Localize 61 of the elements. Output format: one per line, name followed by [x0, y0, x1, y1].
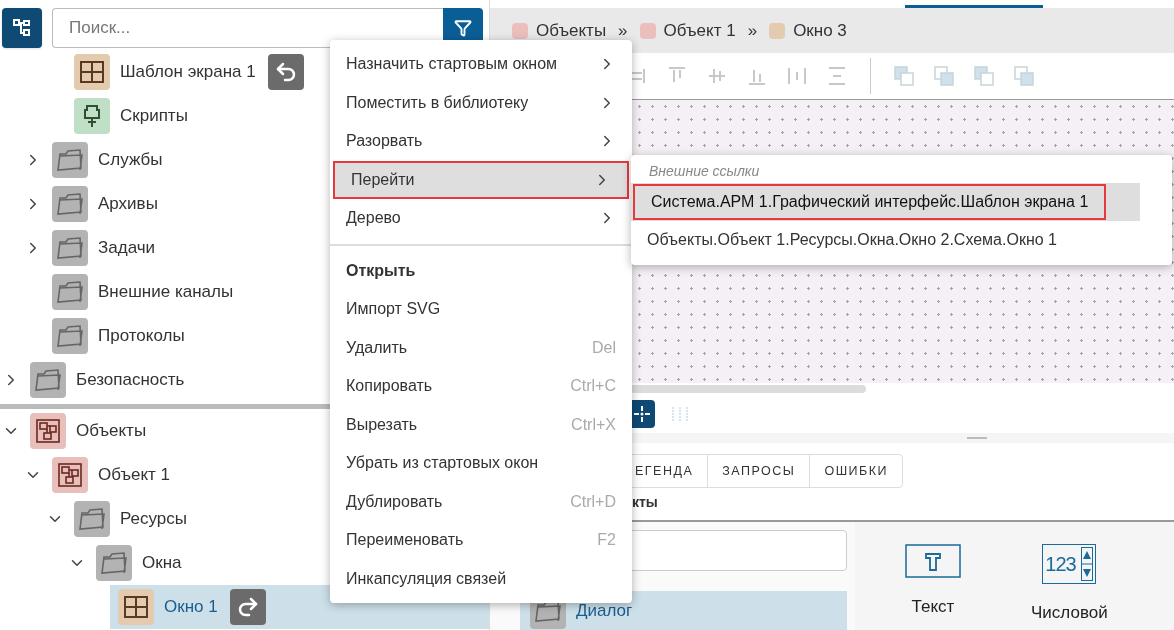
tree-view-button[interactable]	[2, 7, 42, 48]
palette-label: Числовой	[1031, 602, 1108, 624]
folder-icon	[30, 362, 66, 398]
palette-label: Текст	[911, 596, 955, 618]
tree-item-label: Скрипты	[120, 105, 188, 128]
menu-item[interactable]: Удалить Del	[330, 328, 632, 367]
numeric-tool-icon[interactable]: 123	[1042, 544, 1097, 584]
tree-item-label: Службы	[98, 149, 163, 172]
tree-item-label: Окна	[142, 552, 182, 575]
folder-icon	[52, 230, 88, 266]
folder-icon	[74, 501, 110, 537]
submenu-item[interactable]: Объекты.Объект 1.Ресурсы.Окна.Окно 2.Схема.Окно 1	[631, 222, 1073, 258]
menu-item[interactable]: Поместить в библиотеку	[330, 83, 632, 122]
submenu-header: Внешние ссылки	[648, 162, 761, 181]
folder-icon	[52, 274, 88, 310]
breadcrumb-item[interactable]: Объект 1	[663, 17, 736, 44]
tree-item-label: Объект 1	[98, 464, 171, 487]
submenu-item[interactable]: Система.АРМ 1.Графический интерфейс.Шаблон экрана 1	[633, 184, 1107, 220]
tree-item-label: Ресурсы	[120, 508, 188, 531]
menu-item[interactable]: Открыть	[330, 251, 632, 290]
grid-icon	[74, 54, 110, 90]
menu-item[interactable]: Копировать Ctrl+C	[330, 367, 632, 406]
link-badge[interactable]	[267, 54, 304, 90]
folder-icon	[52, 142, 88, 178]
menu-item[interactable]: Назначить стартовым окном	[330, 45, 632, 84]
tab[interactable]: кты	[632, 492, 658, 513]
folder-icon	[52, 186, 88, 222]
tab[interactable]: ЗАПРОСЫ	[708, 455, 811, 487]
tree-item-label: Шаблон экрана 1	[120, 61, 256, 84]
menu-item[interactable]: Вырезать Ctrl+X	[330, 405, 632, 444]
menu-item[interactable]: Разорвать	[330, 122, 632, 161]
menu-item[interactable]: Переименовать F2	[330, 521, 632, 560]
structure-icon	[52, 457, 88, 493]
breadcrumb-item[interactable]: Объекты	[536, 17, 607, 44]
breadcrumb-item[interactable]: Окно 3	[793, 17, 847, 44]
folder-icon	[96, 545, 132, 581]
text-tool-icon[interactable]	[905, 544, 961, 578]
scrollbar[interactable]	[630, 385, 866, 393]
folder-icon	[52, 318, 88, 354]
breadcrumb-separator: »	[618, 19, 628, 42]
grid-icon	[118, 589, 154, 625]
tree-item-label: Объекты	[76, 420, 147, 443]
menu-item[interactable]: Импорт SVG	[330, 290, 632, 329]
tree-item-label: Протоколы	[98, 325, 185, 348]
menu-item[interactable]: Дерево	[330, 199, 632, 238]
breadcrumb-separator: »	[747, 19, 758, 42]
tree-item-label: Безопасность	[76, 369, 185, 392]
hierarchy-icon	[12, 17, 32, 38]
tree-item-label: Архивы	[98, 193, 158, 216]
tree-item-label: Внешние каналы	[98, 281, 234, 304]
structure-icon	[30, 413, 66, 449]
crosshair-icon	[633, 405, 651, 423]
tree-item-label: Задачи	[98, 237, 156, 260]
tree-item-label: Окно 1	[164, 596, 218, 619]
search-field[interactable]: Поиск...	[52, 7, 443, 48]
link-badge[interactable]	[229, 589, 266, 625]
library-item-label: Диалог	[576, 600, 633, 623]
tab[interactable]: ОШИБКИ	[810, 455, 903, 487]
filter-icon	[454, 18, 472, 37]
script-icon	[74, 98, 110, 134]
menu-item[interactable]: Перейти	[333, 160, 629, 199]
